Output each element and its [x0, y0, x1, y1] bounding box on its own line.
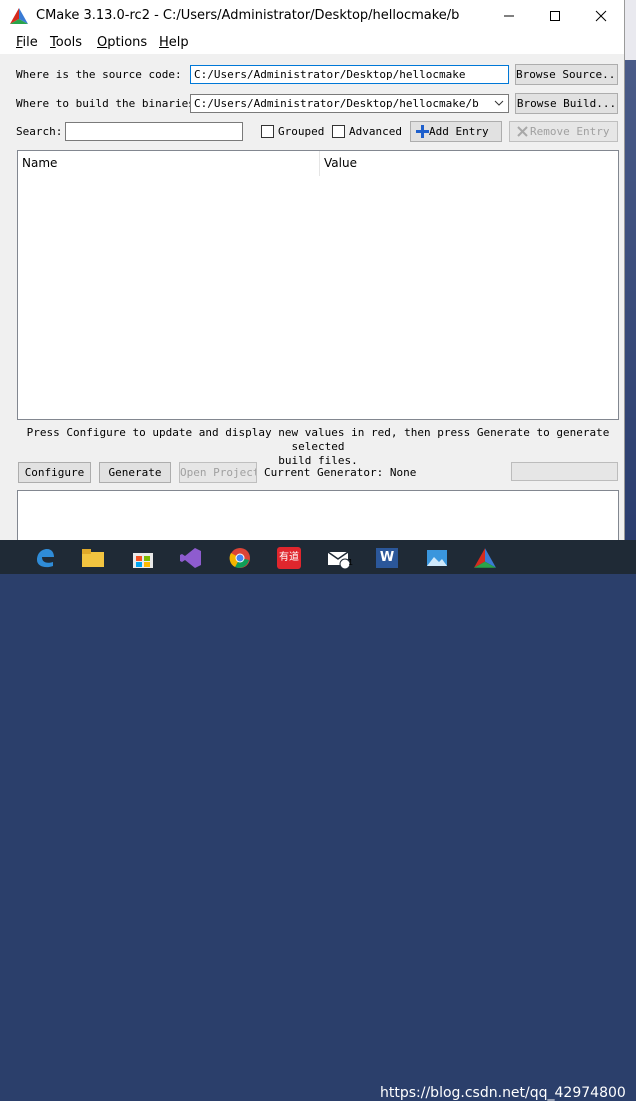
word-icon[interactable]: W	[372, 544, 402, 572]
build-path-value: C:/Users/Administrator/Desktop/hellocmak…	[194, 97, 479, 110]
search-input[interactable]	[65, 122, 243, 141]
output-log[interactable]	[17, 490, 619, 540]
menu-tools[interactable]: Tools	[50, 35, 82, 50]
cmake-icon[interactable]	[470, 544, 500, 572]
watermark-text: https://blog.csdn.net/qq_42974800	[380, 1085, 626, 1101]
cache-entries-table[interactable]: Name Value	[17, 150, 619, 420]
generate-button[interactable]: Generate	[99, 462, 171, 483]
add-icon	[416, 125, 429, 138]
menu-options[interactable]: Options	[97, 35, 147, 50]
remove-entry-label: Remove Entry	[530, 125, 610, 138]
close-icon	[595, 10, 607, 22]
chrome-icon[interactable]	[225, 544, 255, 572]
cmake-logo-icon	[10, 8, 28, 24]
build-path-combobox[interactable]: C:/Users/Administrator/Desktop/hellocmak…	[190, 94, 509, 113]
grouped-label: Grouped	[278, 125, 325, 138]
browse-source-button[interactable]: Browse Source...	[515, 64, 618, 85]
taskbar: 有道 1 W https://blog.csdn.net/qq_42974800	[0, 540, 636, 1101]
progress-bar	[511, 462, 618, 481]
browse-build-button[interactable]: Browse Build...	[515, 93, 618, 114]
current-generator-text: Current Generator: None	[264, 466, 417, 479]
store-icon[interactable]	[128, 544, 158, 572]
open-project-button[interactable]: Open Project	[179, 462, 257, 483]
hint-line-1: Press Configure to update and display ne…	[26, 426, 610, 453]
close-button[interactable]	[578, 0, 624, 32]
mail-badge: 1	[348, 558, 354, 567]
file-explorer-icon[interactable]	[78, 544, 108, 572]
window-title: CMake 3.13.0-rc2 - C:/Users/Administrato…	[36, 8, 460, 23]
remove-entry-button[interactable]: Remove Entry	[509, 121, 618, 142]
cmake-window: CMake 3.13.0-rc2 - C:/Users/Administrato…	[0, 0, 625, 540]
grouped-checkbox[interactable]	[261, 125, 274, 138]
source-path-input[interactable]: C:/Users/Administrator/Desktop/hellocmak…	[190, 65, 509, 84]
advanced-label: Advanced	[349, 125, 402, 138]
search-label: Search:	[16, 125, 63, 138]
minimize-button[interactable]	[486, 0, 532, 32]
menu-help[interactable]: Help	[159, 35, 189, 50]
mail-icon[interactable]: 1	[324, 544, 354, 572]
title-bar[interactable]: CMake 3.13.0-rc2 - C:/Users/Administrato…	[0, 0, 624, 32]
desktop-background	[624, 0, 636, 540]
visual-studio-icon[interactable]	[176, 544, 206, 572]
chevron-down-icon[interactable]	[494, 100, 504, 107]
menu-bar: File Tools Options Help	[0, 32, 624, 54]
youdao-icon[interactable]: 有道	[274, 544, 304, 572]
advanced-checkbox[interactable]	[332, 125, 345, 138]
maximize-icon	[550, 11, 560, 21]
column-header-name[interactable]: Name	[18, 151, 319, 176]
add-entry-label: Add Entry	[429, 125, 489, 138]
remove-icon	[517, 126, 528, 137]
edge-icon[interactable]	[30, 544, 60, 572]
column-header-value[interactable]: Value	[319, 151, 618, 176]
add-entry-button[interactable]: Add Entry	[410, 121, 502, 142]
build-label: Where to build the binaries:	[16, 97, 202, 110]
maximize-button[interactable]	[532, 0, 578, 32]
photos-icon[interactable]	[422, 544, 452, 572]
source-label: Where is the source code:	[16, 68, 182, 81]
menu-file[interactable]: File	[16, 35, 38, 50]
configure-button[interactable]: Configure	[18, 462, 91, 483]
minimize-icon	[504, 15, 514, 17]
